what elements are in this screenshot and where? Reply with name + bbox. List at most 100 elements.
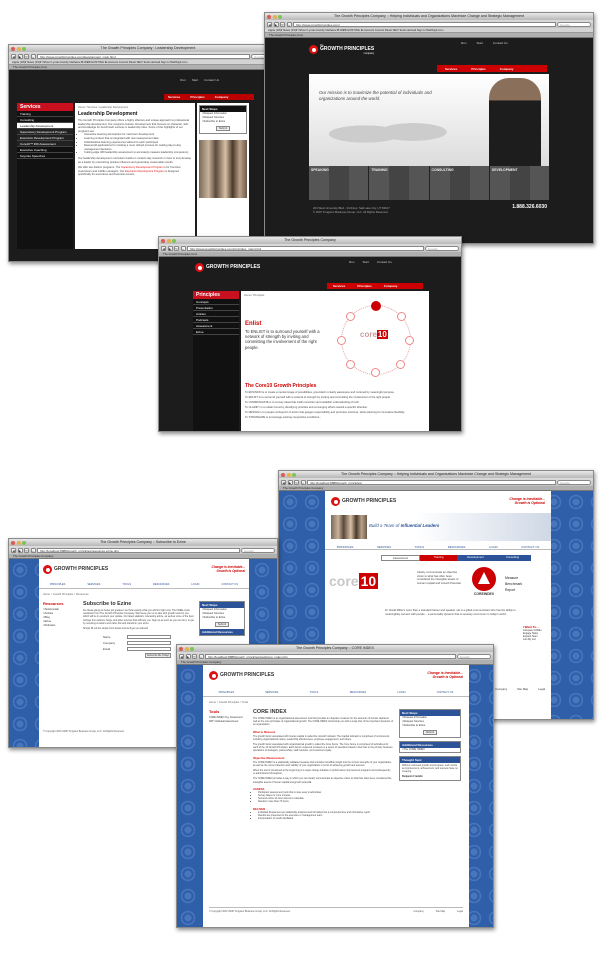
tab-title[interactable]: The Growth Principles Company — [283, 486, 323, 490]
top-link[interactable]: Contact Us — [377, 260, 392, 264]
nav-principles[interactable]: PRINCIPLES — [219, 691, 234, 696]
tile-speaking[interactable]: SPEAKING — [309, 166, 370, 200]
top-link[interactable]: Run — [461, 41, 467, 45]
forward-icon[interactable]: ▶ — [17, 547, 23, 553]
search-field[interactable]: Google — [457, 653, 491, 659]
window-titlebar[interactable]: The Growth Principles Company :: Subscri… — [9, 539, 277, 546]
add-bookmark-icon[interactable]: + — [180, 245, 186, 251]
nav-services[interactable]: SERVICES — [265, 691, 278, 696]
nav-resources[interactable]: RESOURCES — [350, 691, 366, 696]
address-bar[interactable]: http://www.growthprinciples.com/ — [293, 21, 556, 27]
add-bookmark-icon[interactable]: + — [300, 479, 306, 485]
search-field[interactable]: Google — [557, 21, 591, 27]
window-controls[interactable] — [161, 238, 176, 243]
tile-development[interactable]: DEVELOPMENT — [489, 166, 549, 200]
tab-consulting[interactable]: Consulting — [494, 555, 531, 561]
nav-principles[interactable]: Principles — [471, 67, 485, 71]
back-icon[interactable]: ◀ — [11, 547, 16, 553]
footer-link[interactable]: Company — [413, 910, 423, 913]
back-icon[interactable]: ◀ — [161, 245, 166, 251]
window-titlebar[interactable]: The Growth Principles Company : Leadersh… — [9, 45, 287, 52]
top-link[interactable]: Run — [180, 78, 186, 82]
site-logo[interactable]: GROWTH PRINCIPLES — [195, 263, 260, 272]
forward-icon[interactable]: ▶ — [167, 245, 173, 251]
nav-tools[interactable]: TOOLS — [310, 691, 319, 696]
site-logo[interactable]: GROWTH PRINCIPLES — [331, 497, 396, 506]
footer-link[interactable]: Legal — [538, 687, 545, 691]
checkbox-subscribe[interactable]: Subscribe to Ezine — [400, 724, 460, 728]
top-link[interactable]: Start — [192, 78, 198, 82]
nav-services[interactable]: Services — [333, 284, 345, 288]
address-bar[interactable]: http://localhost:8888/growth_principles/… — [205, 653, 456, 659]
window-titlebar[interactable]: The Growth Principles Company — [159, 237, 461, 244]
reload-icon[interactable]: ↻ — [294, 479, 299, 485]
tab-title[interactable]: The Growth Principles Com — [269, 33, 303, 37]
search-field[interactable]: Google — [425, 245, 459, 251]
nav-services[interactable]: SERVICES — [377, 545, 391, 549]
submit-button[interactable]: Submit — [423, 730, 437, 735]
nav-principles[interactable]: PRINCIPLES — [50, 583, 65, 588]
checkbox-subscribe[interactable]: Subscribe to Ezine — [200, 616, 244, 620]
core10-wheel[interactable]: core10 — [337, 301, 414, 377]
tab-title[interactable]: The Growth Principles Company — [13, 554, 53, 558]
sidebar-item-360[interactable]: 360° Individual Assessment — [209, 720, 249, 723]
top-link[interactable]: Start — [363, 260, 369, 264]
window-titlebar[interactable]: The Growth Principles Company :: Helping… — [279, 471, 593, 478]
tab-assessment[interactable]: Assessment — [381, 555, 420, 561]
sidebar-item-keynote[interactable]: Keynote Speeches — [17, 153, 73, 159]
nav-principles[interactable]: Principles — [190, 95, 204, 99]
address-bar[interactable]: http://www.growthprinciples.com/principl… — [187, 245, 424, 251]
search-field[interactable]: Google — [241, 547, 275, 553]
reload-icon[interactable]: ↻ — [24, 53, 29, 59]
top-link[interactable]: Contact Us — [204, 78, 219, 82]
i-want-item[interactable]: Join My List — [523, 638, 547, 641]
sidebar-item-ezine[interactable]: Ezine — [193, 329, 239, 335]
back-icon[interactable]: ◀ — [179, 653, 184, 659]
sidebar-item-core-index[interactable]: CORE INDEX Org. Assessment — [209, 716, 249, 719]
nav-principles[interactable]: PRINCIPLES — [337, 545, 354, 549]
sidebar-item-podcasts[interactable]: Podcasts — [43, 624, 79, 628]
name-field[interactable] — [127, 634, 171, 639]
window-controls[interactable] — [11, 46, 26, 51]
tile-training[interactable]: TRAINING — [369, 166, 430, 200]
site-logo[interactable]: GROWTH PRINCIPLES — [209, 671, 274, 680]
forward-icon[interactable]: ▶ — [17, 53, 23, 59]
add-bookmark-icon[interactable]: + — [30, 53, 36, 59]
supervisory-link[interactable]: Supervisory Development Program — [121, 166, 163, 169]
back-icon[interactable]: ◀ — [281, 479, 286, 485]
subscribe-button[interactable]: Subscribe Me Today! — [145, 652, 171, 658]
nav-contact[interactable]: CONTACT US — [221, 583, 238, 588]
nav-company[interactable]: Company — [215, 95, 229, 99]
reload-icon[interactable]: ↻ — [280, 21, 285, 27]
site-logo[interactable]: GROWTH PRINCIPLES — [43, 565, 108, 574]
footer-link[interactable]: Company — [495, 687, 507, 691]
window-titlebar[interactable]: The Growth Principles Company :: Helping… — [265, 13, 593, 20]
footer-link[interactable]: Site Map — [436, 910, 445, 913]
forward-icon[interactable]: ▶ — [273, 21, 279, 27]
nav-resources[interactable]: RESOURCES — [153, 583, 169, 588]
back-icon[interactable]: ◀ — [267, 21, 272, 27]
company-field[interactable] — [127, 640, 171, 645]
nav-contact[interactable]: CONTACT US — [521, 545, 539, 549]
back-icon[interactable]: ◀ — [11, 53, 16, 59]
nav-resources[interactable]: RESOURCES — [448, 545, 466, 549]
nav-company[interactable]: Company — [500, 67, 514, 71]
footer-link[interactable]: Site Map — [517, 687, 528, 691]
resource-link[interactable]: The CORE INDEX — [400, 748, 460, 752]
reload-icon[interactable]: ↻ — [24, 547, 29, 553]
search-field[interactable]: Google — [557, 479, 591, 485]
checkbox-subscribe[interactable]: Subscribe to Ezine — [200, 120, 246, 124]
top-link[interactable]: Start — [477, 41, 483, 45]
tab-title[interactable]: The Growth Principles Com — [13, 65, 47, 69]
add-bookmark-icon[interactable]: + — [198, 653, 204, 659]
add-bookmark-icon[interactable]: + — [30, 547, 36, 553]
link-report[interactable]: Report — [505, 587, 522, 593]
tab-training[interactable]: Training — [420, 555, 457, 561]
site-logo[interactable]: the GROWTH PRINCIPLES company — [309, 44, 374, 55]
address-bar[interactable]: http://localhost:8888/growth_principles/ — [307, 479, 556, 485]
nav-principles[interactable]: Principles — [357, 284, 371, 288]
tab-title[interactable]: The Growth Principles Com — [163, 252, 197, 256]
nav-login[interactable]: LOGIN — [397, 691, 405, 696]
window-titlebar[interactable]: The Growth Principles Company :: CORE IN… — [177, 645, 493, 652]
address-bar[interactable]: http://localhost:8888/growth_principles/… — [37, 547, 240, 553]
